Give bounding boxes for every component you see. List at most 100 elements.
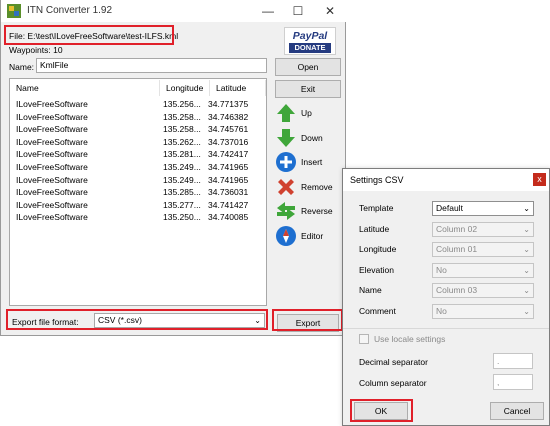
arrow-up-icon[interactable] bbox=[275, 102, 297, 124]
table-row[interactable]: ILoveFreeSoftware 135.249... 34.741965 bbox=[10, 161, 266, 174]
maximize-button[interactable]: ☐ bbox=[283, 0, 313, 22]
cell-longitude: 135.258... bbox=[163, 111, 201, 122]
cell-name: ILoveFreeSoftware bbox=[16, 199, 88, 210]
side-action-label-insert[interactable]: Insert bbox=[301, 157, 322, 167]
name-label: Name: bbox=[9, 62, 35, 72]
settings-template-label: Template bbox=[359, 203, 394, 213]
settings-template-select[interactable]: Default ⌄ bbox=[432, 201, 534, 216]
name-input[interactable]: KmlFile bbox=[36, 58, 267, 73]
decimal-separator-input[interactable]: . bbox=[493, 353, 533, 369]
side-action-label-up[interactable]: Up bbox=[301, 108, 312, 118]
window-title: ITN Converter 1.92 bbox=[27, 5, 113, 16]
settings-title-bar: Settings CSV x bbox=[343, 169, 549, 191]
cell-name: ILoveFreeSoftware bbox=[16, 124, 88, 135]
export-format-select[interactable]: CSV (*.csv) ⌄ bbox=[94, 313, 265, 328]
decimal-separator-label: Decimal separator bbox=[359, 357, 428, 367]
table-row[interactable]: ILoveFreeSoftware 135.262... 34.737016 bbox=[10, 136, 266, 149]
cancel-button[interactable]: Cancel bbox=[490, 402, 544, 420]
paypal-logo: PayPal bbox=[292, 30, 328, 42]
cell-longitude: 135.250... bbox=[163, 212, 201, 223]
open-button[interactable]: Open bbox=[275, 58, 341, 76]
compass-icon[interactable] bbox=[275, 225, 297, 247]
settings-elevation-select[interactable]: No ⌄ bbox=[432, 262, 534, 278]
cell-latitude: 34.740085 bbox=[208, 212, 249, 223]
cell-latitude: 34.742417 bbox=[208, 149, 249, 160]
settings-longitude-select[interactable]: Column 01 ⌄ bbox=[432, 242, 534, 257]
table-row[interactable]: ILoveFreeSoftware 135.256... 34.771375 bbox=[10, 98, 266, 111]
x-icon[interactable] bbox=[275, 176, 297, 198]
chevron-down-icon: ⌄ bbox=[523, 265, 530, 275]
table-row[interactable]: ILoveFreeSoftware 135.250... 34.740085 bbox=[10, 211, 266, 224]
settings-latitude-label: Latitude bbox=[359, 223, 390, 234]
cell-longitude: 135.262... bbox=[163, 136, 201, 147]
cell-latitude: 34.741965 bbox=[208, 174, 249, 185]
side-action-label-reverse[interactable]: Reverse bbox=[301, 206, 333, 216]
settings-elevation-value: No bbox=[436, 264, 447, 275]
cell-longitude: 135.277... bbox=[163, 199, 201, 210]
settings-comment-label: Comment bbox=[359, 305, 396, 316]
ok-button[interactable]: OK bbox=[354, 402, 408, 420]
cell-latitude: 34.736031 bbox=[208, 187, 249, 198]
side-action-label-editor[interactable]: Editor bbox=[301, 231, 323, 241]
export-button[interactable]: Export bbox=[277, 314, 339, 332]
plus-icon[interactable] bbox=[275, 151, 297, 173]
settings-name-label: Name bbox=[359, 285, 382, 295]
arrow-down-icon[interactable] bbox=[275, 127, 297, 149]
minimize-button[interactable]: — bbox=[253, 0, 283, 22]
settings-comment-value: No bbox=[436, 305, 447, 316]
column-separator-input[interactable]: , bbox=[493, 374, 533, 390]
settings-comment-select[interactable]: No ⌄ bbox=[432, 303, 534, 319]
column-header-name[interactable]: Name bbox=[10, 80, 160, 96]
cell-latitude: 34.741965 bbox=[208, 162, 249, 172]
cell-longitude: 135.258... bbox=[163, 124, 201, 135]
column-header-longitude[interactable]: Longitude bbox=[160, 80, 210, 96]
use-locale-checkbox[interactable] bbox=[359, 334, 369, 344]
cell-name: ILoveFreeSoftware bbox=[16, 212, 88, 223]
settings-longitude-value: Column 01 bbox=[436, 244, 478, 254]
exit-button[interactable]: Exit bbox=[275, 80, 341, 98]
donate-label: DONATE bbox=[289, 43, 331, 53]
table-row[interactable]: ILoveFreeSoftware 135.277... 34.741427 bbox=[10, 199, 266, 212]
settings-close-button[interactable]: x bbox=[533, 173, 546, 186]
cell-name: ILoveFreeSoftware bbox=[16, 149, 88, 160]
app-icon bbox=[7, 4, 21, 18]
cell-name: ILoveFreeSoftware bbox=[16, 99, 88, 109]
chevron-down-icon: ⌄ bbox=[523, 245, 530, 254]
waypoint-list[interactable]: Name Longitude Latitude ILoveFreeSoftwar… bbox=[9, 78, 267, 306]
column-separator-label: Column separator bbox=[359, 378, 427, 388]
reverse-arrows-icon[interactable] bbox=[275, 200, 297, 222]
settings-title: Settings CSV bbox=[350, 175, 404, 185]
chevron-down-icon: ⌄ bbox=[523, 204, 530, 213]
table-row[interactable]: ILoveFreeSoftware 135.258... 34.746382 bbox=[10, 111, 266, 124]
cell-longitude: 135.249... bbox=[163, 162, 201, 172]
chevron-down-icon: ⌄ bbox=[523, 306, 530, 316]
use-locale-label: Use locale settings bbox=[374, 334, 446, 344]
chevron-down-icon: ⌄ bbox=[523, 286, 530, 295]
cell-name: ILoveFreeSoftware bbox=[16, 162, 88, 172]
divider bbox=[343, 328, 549, 329]
settings-template-value: Default bbox=[436, 203, 463, 213]
cell-latitude: 34.741427 bbox=[208, 199, 249, 210]
paypal-donate-button[interactable]: PayPal DONATE bbox=[284, 27, 336, 55]
cell-name: ILoveFreeSoftware bbox=[16, 111, 88, 122]
cell-latitude: 34.745761 bbox=[208, 124, 249, 135]
settings-latitude-select[interactable]: Column 02 ⌄ bbox=[432, 221, 534, 237]
settings-name-select[interactable]: Column 03 ⌄ bbox=[432, 283, 534, 298]
settings-longitude-label: Longitude bbox=[359, 244, 397, 254]
settings-elevation-label: Elevation bbox=[359, 264, 394, 275]
side-action-label-down[interactable]: Down bbox=[301, 133, 323, 143]
table-row[interactable]: ILoveFreeSoftware 135.258... 34.745761 bbox=[10, 123, 266, 136]
title-bar: ITN Converter 1.92 — ☐ ✕ bbox=[1, 0, 347, 22]
cell-latitude: 34.771375 bbox=[208, 99, 249, 109]
table-row[interactable]: ILoveFreeSoftware 135.249... 34.741965 bbox=[10, 174, 266, 187]
chevron-down-icon: ⌄ bbox=[254, 316, 261, 325]
close-button[interactable]: ✕ bbox=[315, 0, 345, 22]
cell-name: ILoveFreeSoftware bbox=[16, 136, 88, 147]
column-header-latitude[interactable]: Latitude bbox=[210, 80, 266, 96]
side-action-label-remove[interactable]: Remove bbox=[301, 182, 333, 192]
table-row[interactable]: ILoveFreeSoftware 135.281... 34.742417 bbox=[10, 148, 266, 161]
table-row[interactable]: ILoveFreeSoftware 135.285... 34.736031 bbox=[10, 186, 266, 199]
file-path-label: File: E:\test\ILoveFreeSoftware\test-ILF… bbox=[9, 31, 179, 41]
export-format-label: Export file format: bbox=[12, 317, 79, 327]
cell-longitude: 135.256... bbox=[163, 99, 201, 109]
